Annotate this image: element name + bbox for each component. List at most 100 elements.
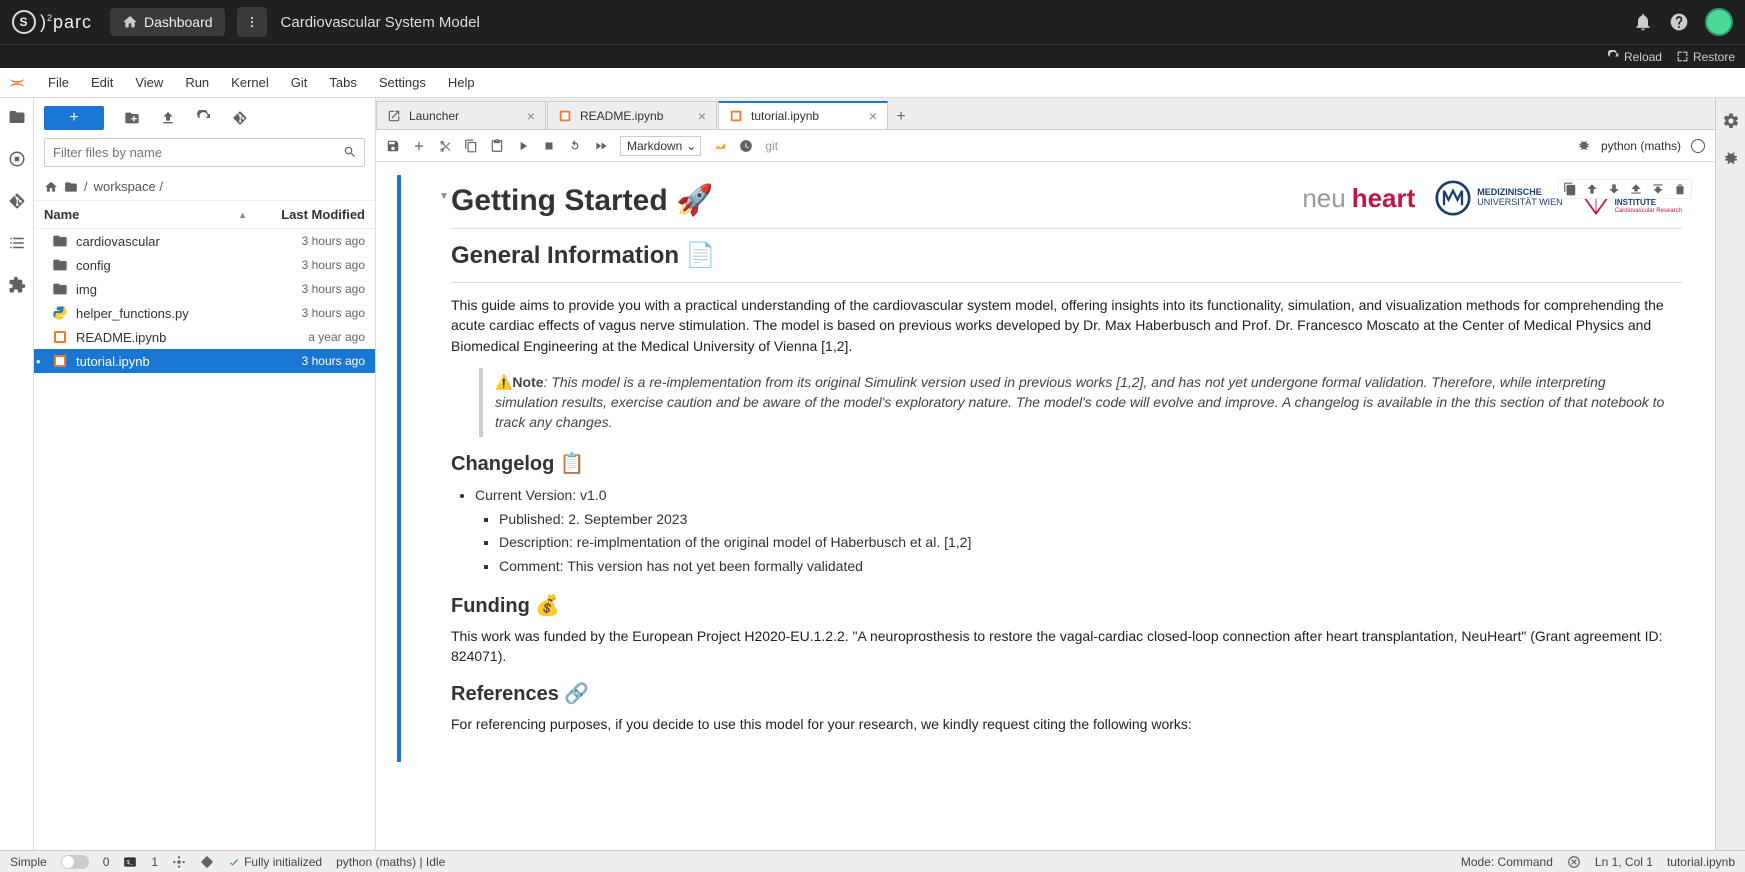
git-tool-icon[interactable] — [232, 110, 248, 126]
help-icon[interactable] — [1669, 12, 1689, 32]
tab-readme[interactable]: README.ipynb× — [547, 101, 717, 129]
restart-icon[interactable] — [568, 139, 582, 153]
h2-general-info: General Information 📄 — [451, 241, 1682, 270]
add-cell-icon[interactable] — [412, 139, 426, 153]
running-icon[interactable] — [8, 150, 26, 168]
git-label: git — [765, 139, 778, 153]
bell-icon[interactable] — [1633, 12, 1653, 32]
lsp-status[interactable]: Fully initialized — [228, 855, 322, 869]
folder-icon — [52, 281, 68, 297]
menu-file[interactable]: File — [38, 71, 79, 94]
notebook-content[interactable]: ▼ Getting Started 🚀 neuheart — [376, 162, 1715, 850]
file-row[interactable]: helper_functions.py3 hours ago — [34, 301, 375, 325]
close-icon[interactable]: × — [698, 108, 706, 124]
run-icon[interactable] — [516, 139, 530, 153]
file-row[interactable]: cardiovascular3 hours ago — [34, 229, 375, 253]
extensions-icon[interactable] — [8, 276, 26, 294]
git-status-icon[interactable] — [200, 855, 214, 869]
folder-icon[interactable] — [8, 108, 26, 126]
kernel-status-text[interactable]: python (maths) | Idle — [336, 855, 445, 869]
upload-icon[interactable] — [160, 110, 176, 126]
delete-icon[interactable] — [1673, 182, 1687, 196]
current-file[interactable]: tutorial.ipynb — [1667, 855, 1735, 869]
stop-icon[interactable] — [542, 139, 556, 153]
jupyter-icon — [6, 72, 28, 94]
file-modified: 3 hours ago — [255, 234, 365, 248]
file-row[interactable]: img3 hours ago — [34, 277, 375, 301]
file-filter-input[interactable] — [44, 138, 365, 167]
refresh-icon[interactable] — [196, 110, 212, 126]
file-name: helper_functions.py — [76, 306, 255, 321]
new-launcher-button[interactable]: + — [44, 106, 104, 130]
sparc-logo: S)2parc — [12, 10, 92, 34]
restore-button[interactable]: Restore — [1676, 50, 1735, 64]
menu-help[interactable]: Help — [438, 71, 485, 94]
cut-icon[interactable] — [438, 139, 452, 153]
paste-icon[interactable] — [490, 139, 504, 153]
file-modified: 3 hours ago — [255, 354, 365, 368]
reload-button[interactable]: Reload — [1607, 50, 1662, 64]
right-activity-bar — [1715, 98, 1745, 850]
menu-kernel[interactable]: Kernel — [221, 71, 279, 94]
insert-above-icon[interactable] — [1629, 182, 1643, 196]
move-up-icon[interactable] — [1585, 182, 1599, 196]
muw-logo: MEDIZINISCHEUNIVERSITÄT WIEN — [1435, 180, 1562, 216]
notification-status-icon[interactable] — [1567, 855, 1581, 869]
h3-changelog: Changelog 📋 — [451, 451, 1682, 476]
folder-icon — [52, 257, 68, 273]
dashboard-button[interactable]: Dashboard — [110, 8, 225, 36]
kernel-status-icon[interactable] — [1691, 139, 1705, 153]
notebook-icon — [52, 353, 68, 369]
menu-git[interactable]: Git — [281, 71, 318, 94]
intro-paragraph: This guide aims to provide you with a pr… — [451, 295, 1682, 356]
terminal-icon[interactable]: $_ — [123, 855, 137, 869]
markdown-cell[interactable]: ▼ Getting Started 🚀 neuheart — [390, 174, 1701, 763]
new-tab-button[interactable]: + — [889, 105, 913, 129]
file-name: img — [76, 282, 255, 297]
app-menu-button[interactable] — [237, 7, 267, 37]
run-all-icon[interactable] — [594, 139, 608, 153]
insert-below-icon[interactable] — [1651, 182, 1665, 196]
save-icon[interactable] — [386, 139, 400, 153]
user-avatar[interactable] — [1705, 8, 1733, 36]
jupyter-menu-bar: File Edit View Run Kernel Git Tabs Setti… — [0, 68, 1745, 98]
breadcrumb[interactable]: /workspace / — [34, 175, 375, 200]
property-inspector-icon[interactable] — [1722, 112, 1740, 130]
kernel-name[interactable]: python (maths) — [1601, 139, 1681, 153]
file-modified: 3 hours ago — [255, 282, 365, 296]
git-icon[interactable] — [8, 192, 26, 210]
collapse-icon[interactable]: ▼ — [439, 191, 449, 202]
bug-icon[interactable] — [1577, 139, 1591, 153]
file-row[interactable]: config3 hours ago — [34, 253, 375, 277]
file-modified: a year ago — [255, 330, 365, 344]
file-list-header[interactable]: Name ▲ Last Modified — [34, 200, 375, 229]
close-icon[interactable]: × — [869, 108, 877, 124]
menu-tabs[interactable]: Tabs — [319, 71, 366, 94]
menu-edit[interactable]: Edit — [81, 71, 123, 94]
file-name: README.ipynb — [76, 330, 255, 345]
clock-icon[interactable] — [739, 139, 753, 153]
kernel-sessions-icon[interactable] — [172, 855, 186, 869]
cursor-position[interactable]: Ln 1, Col 1 — [1595, 855, 1653, 869]
menu-settings[interactable]: Settings — [369, 71, 436, 94]
menu-view[interactable]: View — [125, 71, 173, 94]
move-down-icon[interactable] — [1607, 182, 1621, 196]
render-icon[interactable] — [713, 139, 727, 153]
debug-panel-icon[interactable] — [1722, 150, 1740, 168]
simple-toggle[interactable] — [61, 855, 89, 869]
duplicate-icon[interactable] — [1563, 182, 1577, 196]
menu-run[interactable]: Run — [175, 71, 219, 94]
file-row[interactable]: tutorial.ipynb3 hours ago — [34, 349, 375, 373]
note-blockquote: ⚠️Note: This model is a re-implementatio… — [479, 368, 1682, 437]
tab-tutorial[interactable]: tutorial.ipynb× — [718, 101, 888, 129]
cell-type-select[interactable]: Markdown — [620, 136, 701, 156]
tab-launcher[interactable]: Launcher× — [376, 101, 546, 129]
toc-icon[interactable] — [8, 234, 26, 252]
status-bar: Simple 0 $_ 1 Fully initialized python (… — [0, 850, 1745, 872]
new-folder-icon[interactable] — [124, 110, 140, 126]
close-icon[interactable]: × — [527, 108, 535, 124]
file-row[interactable]: README.ipynba year ago — [34, 325, 375, 349]
notebook-toolbar: Markdown git python (maths) — [376, 130, 1715, 162]
file-modified: 3 hours ago — [255, 306, 365, 320]
copy-icon[interactable] — [464, 139, 478, 153]
